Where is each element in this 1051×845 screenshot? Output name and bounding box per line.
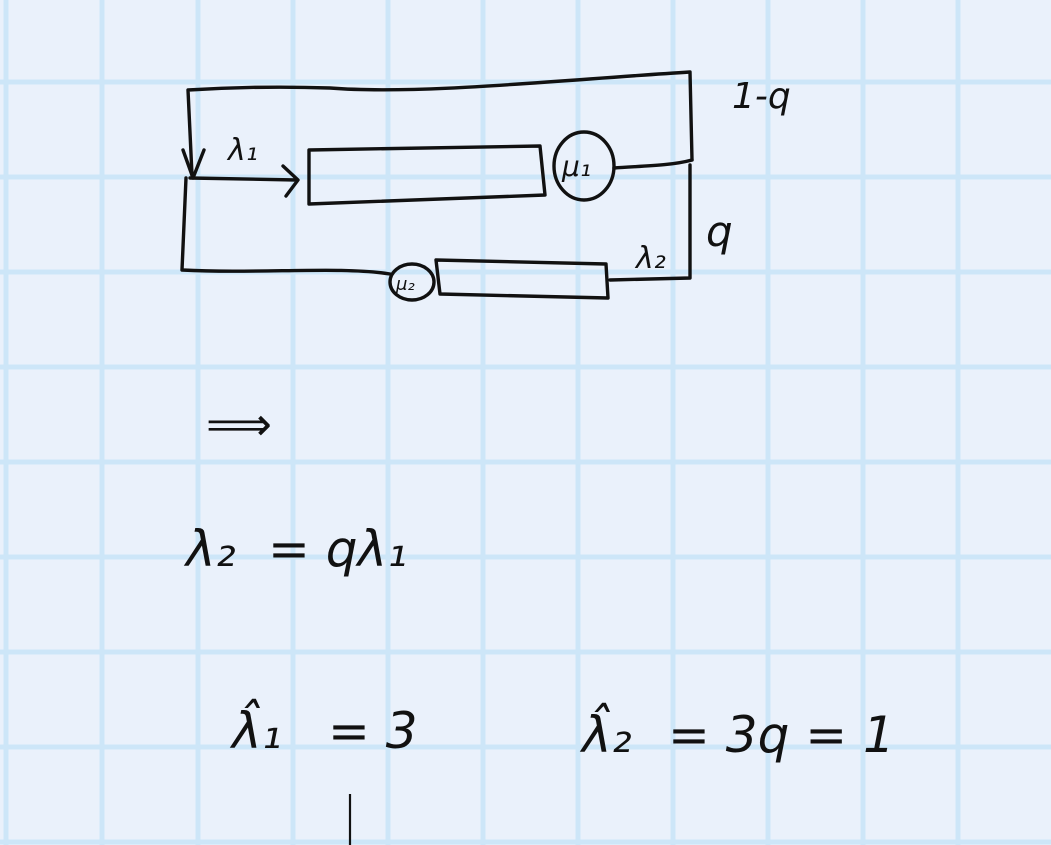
eq1-rhs: = qλ₁ xyxy=(268,520,407,578)
label-mu-2: μ₂ xyxy=(395,274,415,295)
feedback-path-top xyxy=(186,70,694,177)
queue-network-diagram: λ₁ μ₁ μ₂ λ₂ 1-q q xyxy=(180,70,791,302)
label-mu-1: μ₁ xyxy=(561,150,591,183)
label-branch-top: 1-q xyxy=(732,76,791,117)
label-branch-q: q xyxy=(706,207,733,256)
queue-2-buffer xyxy=(434,258,610,300)
implies-arrow: ⟹ xyxy=(206,397,272,451)
equations: ⟹ λ₂ = qλ₁ λ̂₁ = 3 λ̂₂ = 3q = 1 xyxy=(183,397,895,764)
eq2-rhs: = 3 xyxy=(328,702,418,760)
eq3-lhs: λ̂₂ xyxy=(579,703,632,764)
label-lambda-2: λ₂ xyxy=(634,241,666,276)
join-arrowhead xyxy=(181,148,206,180)
server-1-output xyxy=(612,158,694,170)
eq2-lhs: λ̂₁ xyxy=(229,699,282,760)
whiteboard-canvas: λ₁ μ₁ μ₂ λ₂ 1-q q ⟹ λ₂ = qλ₁ λ̂₁ = 3 λ̂₂… xyxy=(0,0,1051,845)
eq3-rhs: = 3q = 1 xyxy=(668,706,895,764)
label-lambda-1: λ₁ xyxy=(226,133,258,168)
arrival-arrow-1 xyxy=(188,164,300,198)
eq1-lhs: λ₂ xyxy=(183,520,236,578)
return-path-bottom xyxy=(180,176,392,276)
